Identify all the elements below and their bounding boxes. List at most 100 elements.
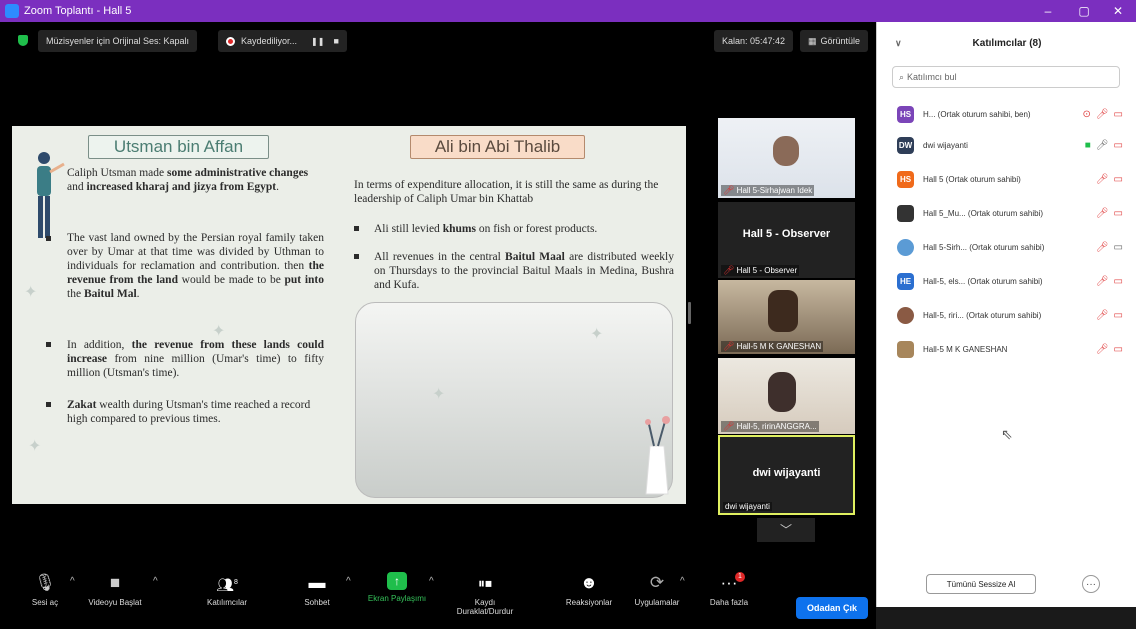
video-off-icon: ▭ <box>1113 309 1123 321</box>
mouse-cursor-icon: ⇖ <box>1001 426 1013 442</box>
notification-badge: 1 <box>735 572 745 582</box>
video-tile[interactable]: 🎤︎ Hall 5-Sirhajwan Idek <box>718 118 855 198</box>
bullet-marker <box>46 402 51 407</box>
participant-name: Hall-5 M K GANESHAN <box>923 344 1008 354</box>
video-tile[interactable]: Hall 5 - Observer 🎤︎ Hall 5 - Observer <box>718 202 855 278</box>
video-options-caret[interactable]: ^ <box>153 576 158 587</box>
participant-name: Hall 5_Mu... (Ortak oturum sahibi) <box>923 208 1044 218</box>
view-grid-icon: ▦ <box>808 35 817 46</box>
gallery-scroll-down-button[interactable]: ﹀ <box>757 518 815 542</box>
participant-name: Hall 5-Sirh... (Ortak oturum sahibi) <box>923 242 1045 252</box>
left-column-header: Utsman bin Affan <box>88 135 269 159</box>
muted-mic-icon: 🎤︎ <box>723 185 735 195</box>
left-bullet-1-text: The vast land owned by the Persian royal… <box>67 232 325 300</box>
pause-record-icon: ⏸︎⏹︎ <box>478 575 492 591</box>
sparkle-decoration: ✦ <box>212 323 226 340</box>
chat-icon: ▬ <box>308 573 326 592</box>
participant-name: Hall-5, els... (Ortak oturum sahibi) <box>923 276 1043 286</box>
meeting-stage: Müzisyenler için Orijinal Ses: Kapalı Ka… <box>0 22 876 629</box>
participants-title: Katılımcılar (8) <box>972 37 1042 49</box>
right-bullet-1-text: Ali still levied khums on fish or forest… <box>374 223 598 235</box>
participants-panel: ∨ Katılımcılar (8) ⌕ Katılımcı bul HS H.… <box>876 22 1136 607</box>
tile-name-label: 🎤︎ Hall 5 - Observer <box>721 265 800 276</box>
participant-row[interactable]: HS H... (Ortak oturum sahibi, ben) ⊙ 🎤︎ ▭ <box>897 102 1133 126</box>
sparkle-decoration: ✦ <box>24 284 38 301</box>
avatar-photo <box>897 204 914 222</box>
share-screen-button[interactable]: ↑ Ekran Paylaşımı <box>362 572 432 603</box>
apps-options-caret[interactable]: ^ <box>680 576 685 587</box>
tile-center-name: dwi wijayanti <box>752 467 821 479</box>
audio-options-caret[interactable]: ^ <box>70 576 75 587</box>
participant-name: H... (Ortak oturum sahibi, ben) <box>923 109 1031 119</box>
participants-header: ∨ Katılımcılar (8) <box>877 22 1136 64</box>
window-titlebar: Zoom Toplantı - Hall 5 – ▢ ✕ <box>0 0 1136 22</box>
chat-options-caret[interactable]: ^ <box>346 576 351 587</box>
maximize-button[interactable]: ▢ <box>1066 0 1102 22</box>
participant-row[interactable]: HE Hall-5, els... (Ortak oturum sahibi) … <box>897 269 1133 293</box>
start-video-button[interactable]: ■ Videoyu Başlat <box>80 572 150 607</box>
bullet-marker <box>46 342 51 347</box>
avatar: DW <box>897 136 914 154</box>
pause-stop-recording-button[interactable]: ⏸︎⏹︎ Kaydı Duraklat/Durdur <box>450 572 520 616</box>
original-sound-toggle[interactable]: Müzisyenler için Orijinal Ses: Kapalı <box>38 30 198 52</box>
reactions-button[interactable]: ☻ Reaksiyonlar <box>554 572 624 607</box>
right-column-header: Ali bin Abi Thalib <box>410 135 585 159</box>
video-tile[interactable]: 🎤︎ Hall-5 M K GANESHAN <box>718 280 855 354</box>
participant-row[interactable]: Hall 5_Mu... (Ortak oturum sahibi) 🎤︎ ▭ <box>897 201 1133 225</box>
muted-mic-icon: 🎤︎ <box>1095 343 1109 355</box>
pause-recording-button[interactable]: ❚❚ <box>311 37 324 46</box>
remaining-time: Kalan: 05:47:42 <box>714 30 794 52</box>
video-tile[interactable]: 🎤︎ Hall-5, ririnANGGRA... <box>718 358 855 434</box>
avatar-photo <box>897 340 914 358</box>
share-screen-icon: ■ <box>1084 139 1091 151</box>
participant-row[interactable]: Hall-5 M K GANESHAN 🎤︎ ▭ <box>897 337 1133 361</box>
minimize-button[interactable]: – <box>1030 0 1066 22</box>
security-shield-icon[interactable] <box>18 35 28 46</box>
leave-meeting-button[interactable]: Odadan Çık <box>796 597 868 619</box>
participant-row[interactable]: Hall 5-Sirh... (Ortak oturum sahibi) 🎤︎ ▭ <box>897 235 1133 259</box>
participant-search-input[interactable]: ⌕ Katılımcı bul <box>892 66 1120 88</box>
muted-mic-icon: 🎤︎ <box>1095 241 1109 253</box>
tile-name-label: 🎤︎ Hall-5, ririnANGGRA... <box>721 421 819 432</box>
split-resize-handle[interactable] <box>688 302 691 324</box>
participant-name: Hall 5 (Ortak oturum sahibi) <box>923 174 1021 184</box>
tile-name-label: dwi wijayanti <box>723 502 772 511</box>
view-button[interactable]: ▦ Görüntüle <box>800 30 869 52</box>
participants-button[interactable]: 👥︎8 Katılımcılar <box>192 572 262 607</box>
collapse-panel-icon[interactable]: ∨ <box>895 38 902 49</box>
participant-row[interactable]: Hall-5, riri... (Ortak oturum sahibi) 🎤︎… <box>897 303 1133 327</box>
muted-mic-icon: 🎤︎ <box>723 341 735 351</box>
share-screen-icon: ↑ <box>387 572 407 590</box>
video-off-icon: ▭ <box>1113 343 1123 355</box>
shared-screen-slide: Utsman bin Affan Ali bin Abi Thalib Cali… <box>12 126 686 504</box>
bullet-marker <box>354 226 359 231</box>
muted-mic-icon: 🎤︎ <box>1095 309 1109 321</box>
video-tile-active-speaker[interactable]: dwi wijayanti dwi wijayanti <box>718 435 855 515</box>
tile-name-label: 🎤︎ Hall 5-Sirhajwan Idek <box>721 185 815 196</box>
participant-row[interactable]: DW dwi wijayanti ■ 🎤︎ ▭ <box>897 133 1133 157</box>
participant-name: Hall-5, riri... (Ortak oturum sahibi) <box>923 310 1042 320</box>
video-off-icon: ■ <box>109 573 121 592</box>
close-button[interactable]: ✕ <box>1100 0 1136 22</box>
avatar: HS <box>897 105 914 123</box>
muted-mic-icon: 🎤︎ <box>1095 207 1109 219</box>
avatar-photo <box>897 238 914 256</box>
share-options-caret[interactable]: ^ <box>429 576 434 587</box>
more-button[interactable]: ··· 1 Daha fazla <box>694 572 764 607</box>
video-off-icon: ▭ <box>1113 207 1123 219</box>
bullet-marker <box>354 254 359 259</box>
stop-recording-button[interactable]: ■ <box>333 36 338 46</box>
video-off-icon: ▭ <box>1113 108 1123 120</box>
video-off-icon: ▭ <box>1113 173 1123 185</box>
mute-all-button[interactable]: Tümünü Sessize Al <box>926 574 1036 594</box>
video-off-icon: ▭ <box>1113 275 1123 287</box>
record-dot-icon <box>226 36 235 46</box>
chat-button[interactable]: ▬ Sohbet <box>282 572 352 607</box>
participant-video-image <box>768 372 796 412</box>
panel-more-button[interactable]: ··· <box>1082 575 1100 593</box>
participant-row[interactable]: HS Hall 5 (Ortak oturum sahibi) 🎤︎ ▭ <box>897 167 1133 191</box>
avatar-photo <box>897 306 914 324</box>
empty-rounded-box <box>355 302 673 498</box>
search-placeholder: Katılımcı bul <box>907 72 957 82</box>
participant-video-image <box>768 290 798 332</box>
